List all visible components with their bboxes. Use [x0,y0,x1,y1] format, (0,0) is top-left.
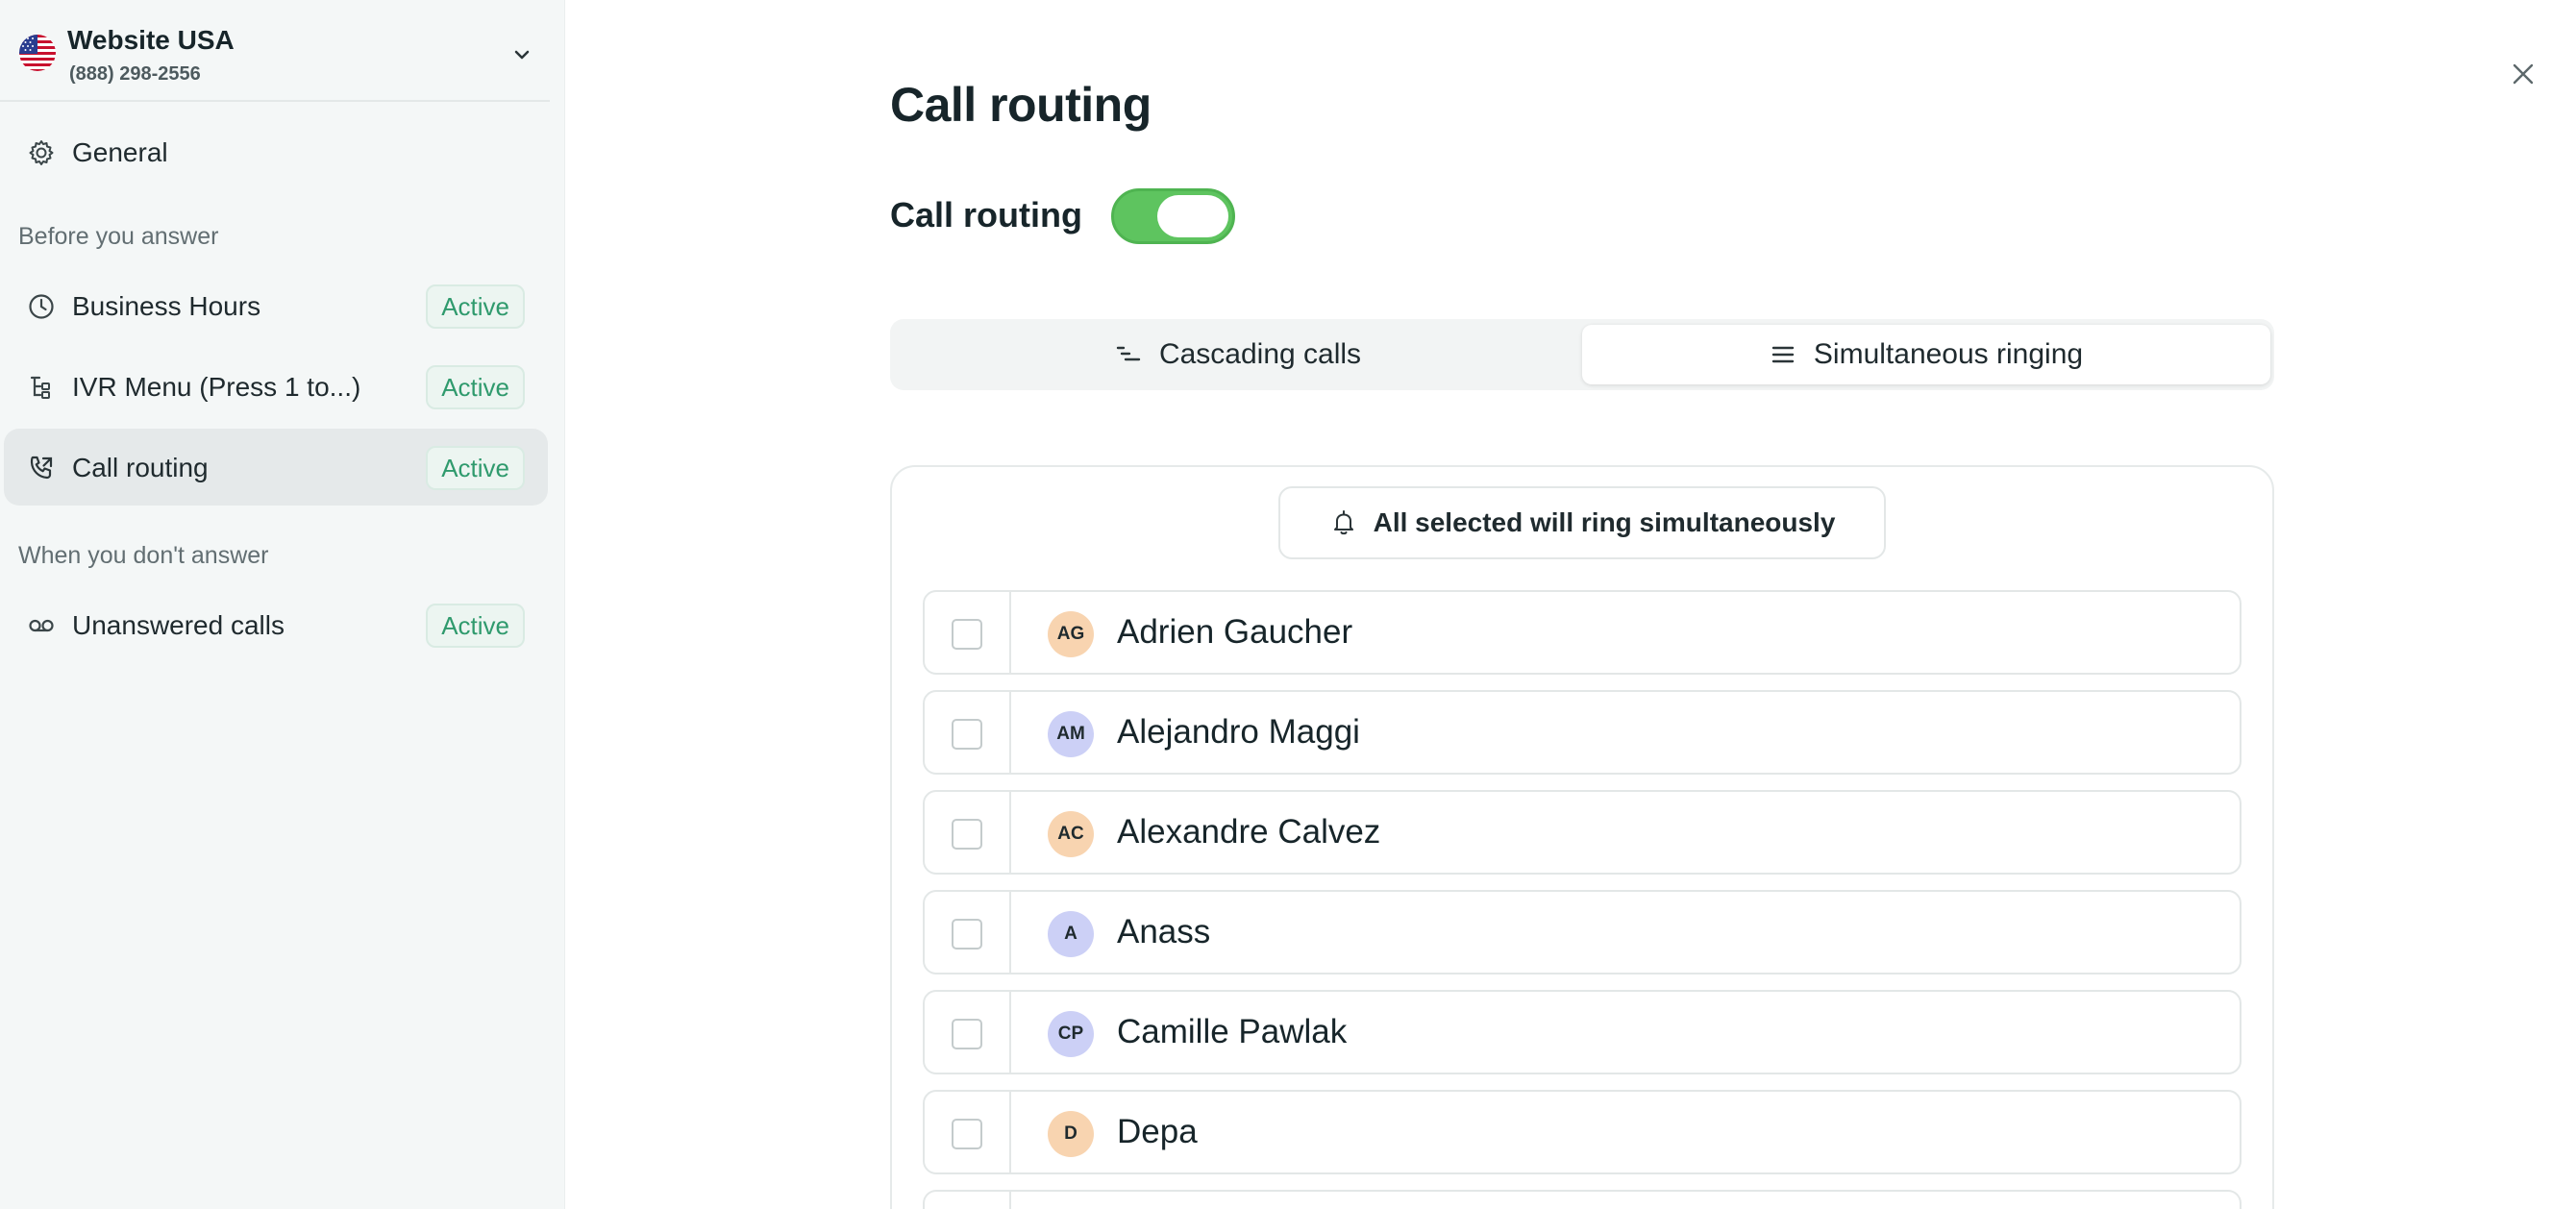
sidebar-item-label: Call routing [72,453,209,482]
member-name: Adrien Gaucher [1117,613,1353,651]
member-checkbox[interactable] [952,819,982,850]
tab-cascading-calls[interactable]: Cascading calls [894,325,1582,384]
divider [1009,1092,1011,1172]
status-badge: Active [426,446,525,490]
gear-icon [27,138,56,167]
member-checkbox[interactable] [952,1119,982,1149]
account-name: Website USA [67,25,235,55]
status-badge: Active [426,365,525,409]
sidebar-item-label: IVR Menu (Press 1 to...) [72,372,361,402]
ring-notice: All selected will ring simultaneously [1278,486,1886,559]
us-flag-icon [19,35,56,71]
divider [1009,592,1011,673]
toggle-knob [1157,195,1228,237]
sidebar-item-general[interactable]: General [4,113,548,190]
status-badge: Active [426,604,525,648]
chevron-down-icon[interactable] [509,42,534,67]
divider [1009,892,1011,973]
member-name: Anass [1117,913,1211,950]
section-title-after: When you don't answer [18,542,269,569]
ivr-tree-icon [27,373,56,402]
close-icon[interactable] [2509,60,2538,88]
section-title-before: Before you answer [18,223,219,250]
member-name: Camille Pawlak [1117,1013,1348,1050]
list-item[interactable]: AC Alexandre Calvez [923,790,2242,875]
tab-label: Simultaneous ringing [1813,338,2084,370]
member-checkbox[interactable] [952,619,982,650]
sidebar-item-label: General [72,137,168,167]
sidebar-item-business-hours[interactable]: Business Hours Active [4,267,548,344]
avatar: AM [1048,711,1094,757]
list-item[interactable]: CP Camille Pawlak [923,990,2242,1074]
member-name: Depa [1117,1113,1198,1150]
sidebar-item-unanswered-calls[interactable]: Unanswered calls Active [4,586,548,663]
avatar: D [1048,1111,1094,1157]
divider [1009,1192,1011,1209]
avatar: A [1048,911,1094,957]
sidebar-item-label: Business Hours [72,291,261,321]
lines-icon [1770,341,1796,368]
list-item[interactable]: AG Adrien Gaucher [923,590,2242,675]
avatar: CP [1048,1011,1094,1057]
page-title: Call routing [890,78,1152,132]
divider [1009,692,1011,773]
voicemail-icon [27,611,56,640]
call-routing-toggle-label: Call routing [890,195,1082,234]
sidebar-item-label: Unanswered calls [72,610,285,640]
member-checkbox[interactable] [952,719,982,750]
call-routing-toggle[interactable] [1111,188,1235,244]
member-checkbox[interactable] [952,919,982,950]
sidebar-item-ivr-menu[interactable]: IVR Menu (Press 1 to...) Active [4,348,548,425]
notice-text: All selected will ring simultaneously [1373,507,1836,537]
list-item[interactable]: A Anass [923,890,2242,975]
phone-forward-icon [27,454,56,482]
status-badge: Active [426,284,525,329]
sidebar: Website USA (888) 298-2556 General Befor… [0,0,565,1209]
account-switcher[interactable]: Website USA (888) 298-2556 [0,0,550,102]
bell-icon [1329,508,1358,537]
avatar: AC [1048,811,1094,857]
list-item[interactable] [923,1190,2242,1209]
clock-icon [27,292,56,321]
tab-label: Cascading calls [1158,338,1362,370]
list-item[interactable]: AM Alejandro Maggi [923,690,2242,775]
list-item[interactable]: D Depa [923,1090,2242,1174]
cascade-icon [1115,341,1142,368]
account-phone: (888) 298-2556 [69,63,201,85]
divider [1009,992,1011,1073]
sidebar-item-call-routing[interactable]: Call routing Active [4,429,548,506]
tab-simultaneous-ringing[interactable]: Simultaneous ringing [1582,325,2270,384]
member-checkbox[interactable] [952,1019,982,1049]
member-name: Alexandre Calvez [1117,813,1381,851]
avatar: AG [1048,611,1094,657]
routing-mode-tabs: Cascading calls Simultaneous ringing [890,319,2274,390]
divider [1009,792,1011,873]
member-name: Alejandro Maggi [1117,713,1360,751]
